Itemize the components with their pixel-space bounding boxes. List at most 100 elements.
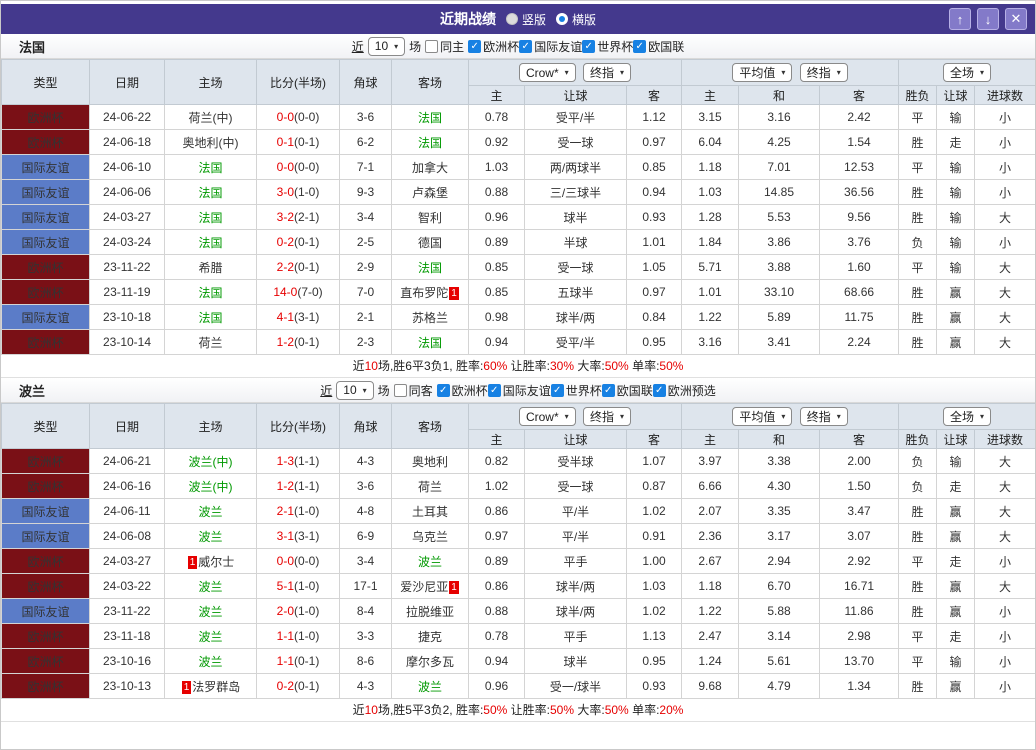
avg-away-cell: 3.76 <box>819 229 900 255</box>
filter-row: 法国 近 10 ▾ 场 同主 ✓ 欧洲杯 ✓ 国际友谊 ✓ 世界杯 ✓ 欧国联 <box>1 34 1035 59</box>
team-name-text: 波兰 <box>198 629 223 644</box>
checkbox-icon[interactable]: ✓ <box>550 383 564 397</box>
radio-selected-icon[interactable] <box>556 13 568 25</box>
league-checkbox-3[interactable]: ✓ 欧国联 <box>633 38 684 55</box>
scope-select[interactable]: 全场 ▾ <box>943 63 992 82</box>
move-up-button[interactable]: ↑ <box>949 8 971 30</box>
avg-source-select[interactable]: 平均值 ▾ <box>732 63 793 82</box>
checkbox-icon[interactable]: ✓ <box>652 383 666 397</box>
score-cell: 0-0(0-0) <box>256 104 340 130</box>
checkbox-icon[interactable]: ✓ <box>582 39 596 53</box>
handicap-result-cell: 赢 <box>936 573 976 599</box>
away-odds-cell: 0.95 <box>625 648 683 674</box>
league-checkbox-4[interactable]: ✓ 欧洲预选 <box>652 382 716 399</box>
avg-final-select[interactable]: 终指 ▾ <box>799 63 848 82</box>
avg-home-cell: 1.22 <box>681 304 740 330</box>
score-cell: 0-0(0-0) <box>256 548 340 574</box>
page-title: 近期战绩 <box>439 11 496 27</box>
avg-source-value: 平均值 <box>739 410 776 424</box>
league-checkbox-2[interactable]: ✓ 世界杯 <box>582 38 633 55</box>
away-team-cell: 智利 <box>391 204 469 230</box>
summary-text: 50% <box>604 703 629 717</box>
match-row: 国际友谊 24-06-10 法国 0-0(0-0) 7-1 加拿大 1.03 两/两球半 0.8… <box>1 154 1035 180</box>
corners-cell: 8-6 <box>339 648 392 674</box>
league-checkbox-3[interactable]: ✓ 欧国联 <box>601 382 653 399</box>
same-venue-checkbox[interactable]: 同客 <box>393 382 433 399</box>
col-result: 胜负 <box>898 85 938 105</box>
handicap-cell: 球半 <box>524 648 627 674</box>
match-count-select[interactable]: 10 ▾ <box>336 380 374 400</box>
result-cell: 胜 <box>898 129 938 155</box>
type-cell: 欧洲杯 <box>1 329 90 355</box>
home-odds-cell: 0.97 <box>468 523 525 549</box>
type-cell: 欧洲杯 <box>1 129 90 155</box>
col-avg-away: 客 <box>819 85 900 105</box>
goals-result-cell: 大 <box>974 573 1035 599</box>
chevron-down-icon: ▾ <box>564 412 569 422</box>
close-button[interactable]: ✕ <box>1005 8 1027 30</box>
avg-final-value: 终指 <box>806 66 831 80</box>
corners-cell: 2-5 <box>339 229 392 255</box>
match-count-select[interactable]: 10 ▾ <box>367 36 406 56</box>
team-name-text: 法国 <box>417 260 442 275</box>
summary-text: 单率: <box>628 359 660 373</box>
odds-source-select[interactable]: Crow* ▾ <box>518 63 576 83</box>
odds-source-select[interactable]: Crow* ▾ <box>518 407 576 427</box>
avg-source-select[interactable]: 平均值 ▾ <box>732 407 793 426</box>
near-label[interactable]: 近 <box>320 382 332 399</box>
league-checkbox-0[interactable]: ✓ 欧洲杯 <box>468 38 519 55</box>
checkbox-icon[interactable]: ✓ <box>468 39 482 53</box>
same-venue-checkbox[interactable]: 同主 <box>425 38 464 55</box>
goals-result-cell: 小 <box>974 229 1035 255</box>
checkbox-icon[interactable]: ✓ <box>601 383 615 397</box>
radio-icon[interactable] <box>505 13 518 25</box>
away-odds-cell: 0.87 <box>625 473 683 499</box>
date-cell: 24-06-08 <box>89 523 165 549</box>
score-cell: 3-1(3-1) <box>256 523 340 549</box>
team-name-text: 法国 <box>198 285 223 300</box>
goals-result-cell: 小 <box>974 179 1035 205</box>
half-score: (0-0) <box>294 110 320 124</box>
corners-cell: 4-3 <box>339 673 392 699</box>
odds-final-select[interactable]: 终指 ▾ <box>583 406 632 426</box>
type-cell: 国际友谊 <box>1 304 90 330</box>
odds-final-select[interactable]: 终指 ▾ <box>583 62 632 82</box>
away-odds-cell: 1.12 <box>625 104 683 130</box>
checkbox-icon[interactable]: ✓ <box>436 383 450 397</box>
league-checkbox-0[interactable]: ✓ 欧洲杯 <box>436 382 488 399</box>
near-label[interactable]: 近 <box>352 38 364 55</box>
radio-horizontal-layout[interactable]: 横版 <box>556 11 596 28</box>
close-icon: ✕ <box>1010 11 1022 26</box>
league-checkbox-1[interactable]: ✓ 国际友谊 <box>487 382 551 399</box>
away-team-cell: 波兰 <box>391 548 469 574</box>
scope-select[interactable]: 全场 ▾ <box>943 407 992 426</box>
col-type: 类型 <box>1 403 90 449</box>
avg-final-select[interactable]: 终指 ▾ <box>799 407 848 426</box>
checkbox-icon[interactable]: ✓ <box>633 39 647 53</box>
result-cell: 胜 <box>898 279 938 305</box>
full-score: 2-1 <box>276 504 294 518</box>
avg-away-cell: 3.07 <box>819 523 900 549</box>
checkbox-icon[interactable] <box>425 39 439 53</box>
avg-away-cell: 2.98 <box>819 623 900 649</box>
odds-controls: Crow* ▾ 终指 ▾ <box>467 59 683 86</box>
type-cell: 欧洲杯 <box>1 573 90 599</box>
checkbox-icon[interactable]: ✓ <box>519 39 533 53</box>
handicap-cell: 球半/两 <box>524 598 627 624</box>
league-checkbox-1[interactable]: ✓ 国际友谊 <box>519 38 582 55</box>
col-goals-result: 进球数 <box>974 429 1035 449</box>
score-cell: 5-1(1-0) <box>256 573 340 599</box>
handicap-result-cell: 输 <box>936 648 976 674</box>
avg-home-cell: 1.84 <box>681 229 740 255</box>
radio-vertical-layout[interactable]: 竖版 <box>505 11 546 28</box>
checkbox-icon[interactable] <box>393 383 407 397</box>
avg-source-value: 平均值 <box>739 66 776 80</box>
handicap-result-cell: 输 <box>936 104 976 130</box>
home-team-cell: 1 法罗群岛 <box>164 673 257 699</box>
checkbox-icon[interactable]: ✓ <box>487 383 501 397</box>
red-card-badge: 1 <box>449 580 459 594</box>
avg-away-cell: 1.34 <box>819 673 900 699</box>
league-checkbox-2[interactable]: ✓ 世界杯 <box>550 382 602 399</box>
away-odds-cell: 0.84 <box>625 304 683 330</box>
move-down-button[interactable]: ↓ <box>977 8 999 30</box>
